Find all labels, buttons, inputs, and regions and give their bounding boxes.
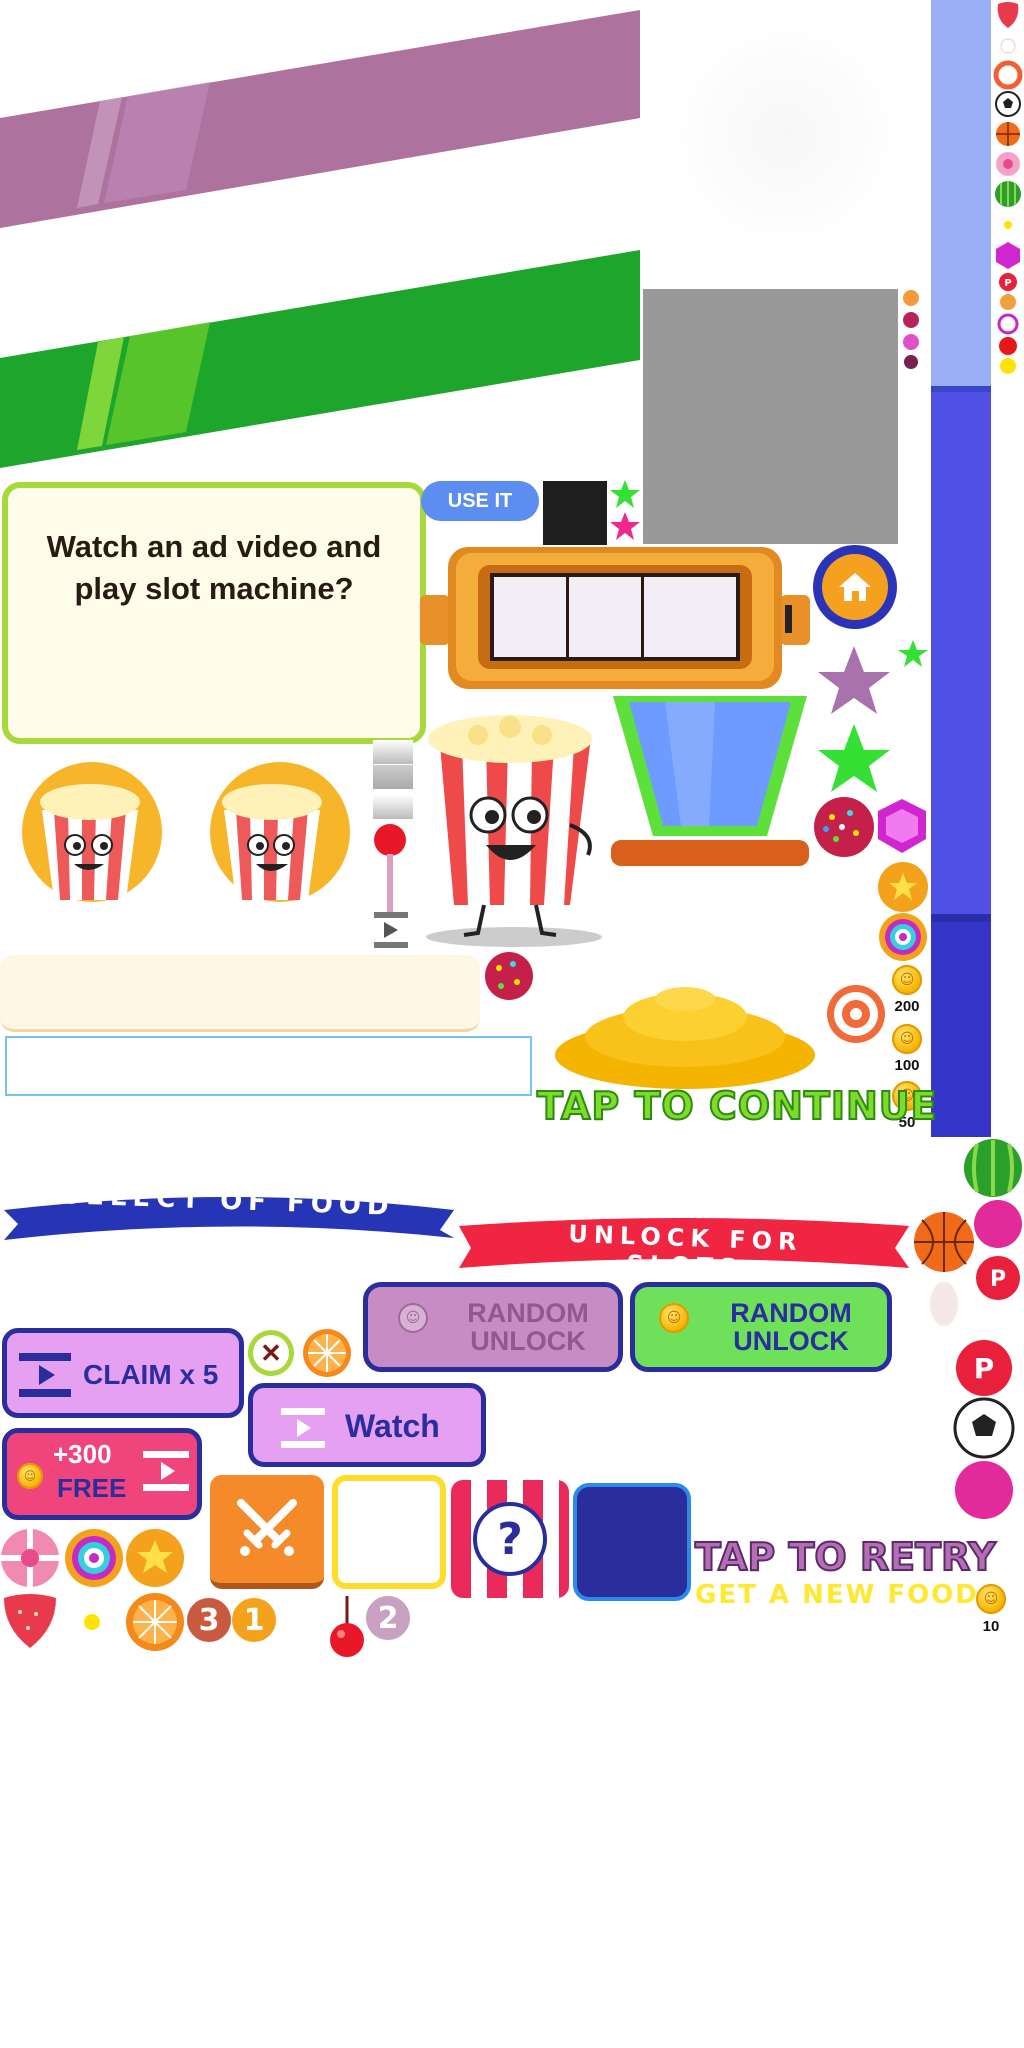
star-coin-icon (878, 862, 928, 912)
mini-candies (903, 290, 919, 369)
heart-candy-icon (974, 1200, 1022, 1248)
pearl-icon (1000, 38, 1016, 54)
close-button[interactable]: ✕ (248, 1330, 294, 1376)
coin-icon: ☺ (892, 1024, 922, 1054)
home-button[interactable] (813, 545, 897, 629)
diagonal-stripes (0, 10, 640, 468)
tap-to-continue-text[interactable]: TAP TO CONTINUE (536, 1083, 938, 1129)
random-unlock-disabled-label: RANDOM UNLOCK (467, 1298, 589, 1356)
free-amount: +300 (53, 1439, 112, 1469)
heart-candy-icon (955, 1461, 1013, 1519)
watch-button[interactable]: Watch (248, 1383, 486, 1467)
grey-gradient-mid (373, 765, 413, 789)
donut-icon (827, 985, 885, 1043)
tap-to-retry-text[interactable]: TAP TO RETRY (694, 1534, 997, 1580)
progress-bar-divider-2 (931, 914, 991, 922)
claim-label: CLAIM x 5 (83, 1359, 219, 1390)
red-ball-icon (999, 337, 1017, 355)
coin-pile (555, 987, 815, 1089)
get-new-food-text: GET A NEW FOOD (695, 1580, 979, 1610)
text-input-box[interactable] (5, 1036, 532, 1096)
slot-machine (420, 547, 810, 689)
grey-panel (643, 289, 898, 544)
number-badge-1: 1 (232, 1598, 276, 1642)
random-unlock-button[interactable]: ☺ RANDOM UNLOCK (630, 1282, 892, 1372)
progress-bar-dark (931, 922, 991, 1137)
strawberry-icon (4, 1594, 56, 1648)
svg-text:P: P (974, 1352, 995, 1385)
video-icon (19, 1353, 71, 1397)
cookie-icon (1000, 294, 1016, 310)
close-icon: ✕ (253, 1335, 289, 1371)
grey-gradient-bottom (373, 795, 413, 819)
popcorn-mascot-thumbsup (22, 762, 162, 902)
svg-text:P: P (990, 1267, 1006, 1292)
claim-button[interactable]: CLAIM x 5 (2, 1328, 244, 1418)
dot-icon (1004, 221, 1012, 229)
mystery-box-button[interactable]: ? (451, 1480, 569, 1598)
strawberry-icon (997, 2, 1019, 28)
popcorn-mascot-happy (210, 762, 350, 902)
use-it-button[interactable]: USE IT (421, 481, 539, 521)
free-label: FREE (57, 1473, 127, 1503)
target-candy-icon (997, 313, 1019, 335)
cherry-icon (330, 1596, 364, 1657)
empty-slot[interactable] (332, 1475, 446, 1589)
coin-value-100: 100 (894, 1057, 920, 1074)
small-stars (610, 480, 640, 540)
popcorn-mascot-large (426, 715, 602, 947)
ad-dialog: Watch an ad video and play slot machine? (2, 482, 426, 744)
candy-and-gem (814, 797, 926, 857)
random-unlock-label: RANDOM UNLOCK (730, 1298, 852, 1356)
cream-panel (0, 955, 480, 1032)
swords-icon (237, 1499, 297, 1556)
lever-and-film (374, 824, 408, 948)
progress-bar-mid (931, 392, 991, 922)
sparkle-area (655, 20, 915, 250)
number-badge-2: 2 (366, 1596, 410, 1640)
target-candy-icon (879, 913, 927, 961)
video-icon (143, 1451, 189, 1491)
progress-bar-light (931, 0, 991, 388)
coin-value-10: 10 (982, 1618, 1000, 1635)
grey-gradient-top (373, 740, 413, 764)
random-unlock-disabled-button[interactable]: ☺ RANDOM UNLOCK (363, 1282, 623, 1372)
orange-slice-icon (303, 1329, 351, 1377)
battle-button[interactable] (210, 1475, 324, 1589)
dialog-message: Watch an ad video and play slot machine? (46, 529, 382, 606)
cup (611, 696, 809, 866)
coin-icon: ☺ (17, 1463, 43, 1489)
candy-row (1, 1529, 184, 1651)
video-icon (384, 922, 398, 938)
question-icon: ? (473, 1502, 547, 1576)
food-icons-right: P P (914, 1200, 1022, 1519)
gem-icon (996, 242, 1020, 269)
candy-icon (485, 952, 533, 1000)
video-icon (281, 1408, 325, 1448)
star-icons (818, 640, 928, 792)
black-swatch (543, 481, 607, 545)
coin-icon: ☺ (398, 1303, 428, 1333)
number-badge-3: 3 (187, 1598, 231, 1642)
coin-icon: ☺ (659, 1303, 689, 1333)
home-icon (822, 554, 888, 620)
star-icon (818, 646, 890, 714)
orange-ring-icon (993, 60, 1023, 90)
dot-icon (84, 1614, 100, 1630)
watermelon-icon (964, 1139, 1022, 1197)
svg-text:P: P (1004, 278, 1011, 289)
free-coins-button[interactable]: ☺ +300 FREE (2, 1428, 202, 1520)
coin-icon: ☺ (892, 965, 922, 995)
blue-slot[interactable] (573, 1483, 691, 1601)
small-food-icons: P (993, 2, 1023, 374)
coin-value-200: 200 (894, 998, 920, 1015)
yellow-ball-icon (1000, 358, 1016, 374)
coin-icon: ☺ (976, 1584, 1006, 1614)
watch-label: Watch (345, 1408, 440, 1444)
